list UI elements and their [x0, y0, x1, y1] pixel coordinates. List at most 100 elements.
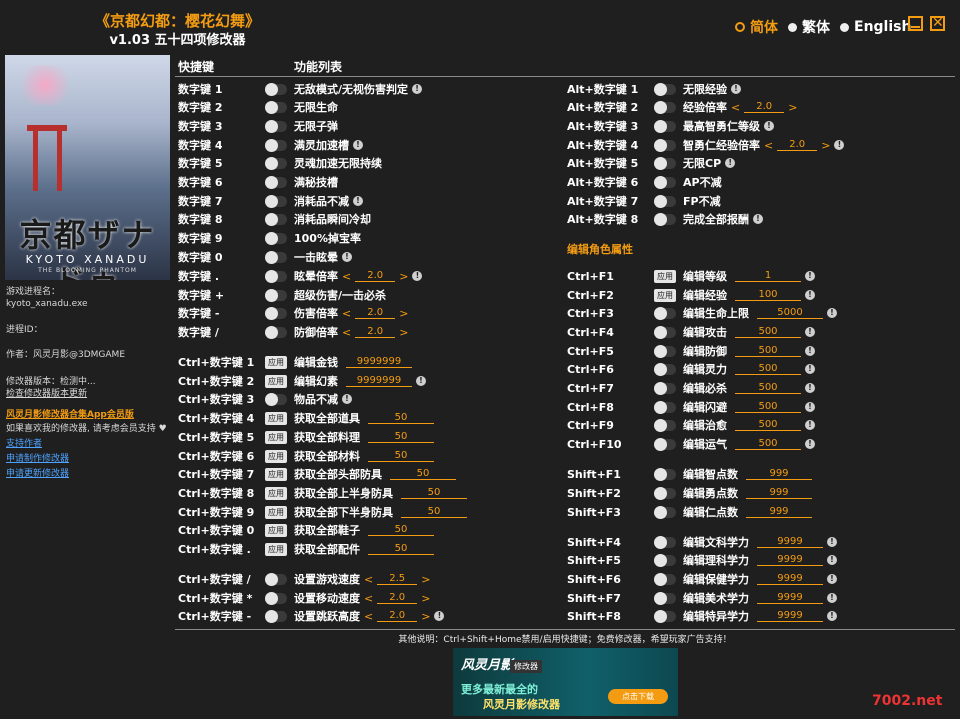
- increment-arrow-icon[interactable]: >: [399, 270, 408, 283]
- stepper-value[interactable]: 2.0: [355, 307, 396, 319]
- stepper-value[interactable]: 2.0: [377, 592, 418, 604]
- toggle-switch[interactable]: [654, 344, 676, 358]
- value-input[interactable]: 9999: [757, 592, 823, 604]
- increment-arrow-icon[interactable]: >: [421, 610, 430, 623]
- toggle-switch[interactable]: [654, 100, 676, 114]
- decrement-arrow-icon[interactable]: <: [731, 101, 740, 114]
- apply-button[interactable]: 应用: [654, 288, 676, 302]
- toggle-switch[interactable]: [265, 119, 287, 133]
- toggle-switch[interactable]: [654, 175, 676, 189]
- toggle-switch[interactable]: [654, 418, 676, 432]
- info-icon[interactable]: !: [805, 271, 815, 281]
- increment-arrow-icon[interactable]: >: [821, 139, 830, 152]
- apply-button[interactable]: 应用: [265, 523, 287, 537]
- apply-button[interactable]: 应用: [654, 269, 676, 283]
- toggle-switch[interactable]: [654, 381, 676, 395]
- toggle-switch[interactable]: [654, 119, 676, 133]
- apply-button[interactable]: 应用: [265, 449, 287, 463]
- value-input[interactable]: 50: [368, 543, 434, 555]
- apply-button[interactable]: 应用: [265, 430, 287, 444]
- info-icon[interactable]: !: [725, 158, 736, 168]
- info-icon[interactable]: !: [805, 402, 815, 412]
- toggle-switch[interactable]: [654, 362, 676, 376]
- stepper-value[interactable]: 2.0: [777, 139, 818, 151]
- toggle-switch[interactable]: [265, 100, 287, 114]
- toggle-switch[interactable]: [654, 306, 676, 320]
- value-input[interactable]: 50: [368, 431, 434, 443]
- increment-arrow-icon[interactable]: >: [399, 326, 408, 339]
- value-input[interactable]: 500: [735, 401, 801, 413]
- decrement-arrow-icon[interactable]: <: [364, 592, 373, 605]
- toggle-switch[interactable]: [654, 437, 676, 451]
- toggle-switch[interactable]: [654, 138, 676, 152]
- toggle-switch[interactable]: [654, 212, 676, 226]
- toggle-switch[interactable]: [265, 82, 287, 96]
- lang-english[interactable]: English: [840, 17, 911, 37]
- info-icon[interactable]: !: [827, 555, 837, 565]
- increment-arrow-icon[interactable]: >: [399, 307, 408, 320]
- value-input[interactable]: 500: [735, 438, 801, 450]
- info-icon[interactable]: !: [412, 84, 423, 94]
- support-author-link[interactable]: 支持作者: [6, 438, 42, 450]
- stepper-value[interactable]: 2.0: [355, 326, 396, 338]
- toggle-switch[interactable]: [654, 400, 676, 414]
- stepper-value[interactable]: 2.0: [744, 101, 785, 113]
- value-input[interactable]: 50: [390, 468, 456, 480]
- info-icon[interactable]: !: [827, 574, 837, 584]
- value-input[interactable]: 500: [735, 345, 801, 357]
- banner-download-button[interactable]: 点击下载: [608, 689, 668, 704]
- info-icon[interactable]: !: [834, 140, 845, 150]
- minimize-icon[interactable]: [908, 16, 923, 31]
- toggle-switch[interactable]: [654, 82, 676, 96]
- value-input[interactable]: 9999: [757, 573, 823, 585]
- ad-banner[interactable]: 风灵月影 修改器 更多最新最全的 风灵月影修改器 点击下载: [453, 648, 678, 716]
- info-icon[interactable]: !: [731, 84, 741, 94]
- toggle-switch[interactable]: [265, 250, 287, 264]
- decrement-arrow-icon[interactable]: <: [364, 610, 373, 623]
- value-input[interactable]: 9999: [757, 536, 823, 548]
- increment-arrow-icon[interactable]: >: [421, 573, 430, 586]
- toggle-switch[interactable]: [654, 609, 676, 623]
- increment-arrow-icon[interactable]: >: [788, 101, 797, 114]
- apply-button[interactable]: 应用: [265, 542, 287, 556]
- info-icon[interactable]: !: [353, 196, 363, 206]
- toggle-switch[interactable]: [265, 572, 287, 586]
- value-input[interactable]: 50: [368, 412, 434, 424]
- decrement-arrow-icon[interactable]: <: [342, 270, 351, 283]
- info-icon[interactable]: !: [827, 593, 837, 603]
- toggle-switch[interactable]: [654, 486, 676, 500]
- toggle-switch[interactable]: [265, 194, 287, 208]
- info-icon[interactable]: !: [805, 364, 815, 374]
- info-icon[interactable]: !: [342, 252, 352, 262]
- info-icon[interactable]: !: [827, 308, 837, 318]
- request-update-link[interactable]: 申请更新修改器: [6, 468, 69, 480]
- value-input[interactable]: 500: [735, 363, 801, 375]
- info-icon[interactable]: !: [764, 121, 774, 131]
- value-input[interactable]: 1: [735, 270, 801, 282]
- toggle-switch[interactable]: [265, 269, 287, 283]
- stepper-value[interactable]: 2.0: [377, 610, 418, 622]
- apply-button[interactable]: 应用: [265, 505, 287, 519]
- value-input[interactable]: 50: [401, 487, 467, 499]
- info-icon[interactable]: !: [753, 214, 763, 224]
- value-input[interactable]: 50: [368, 524, 434, 536]
- info-icon[interactable]: !: [827, 611, 837, 621]
- toggle-switch[interactable]: [654, 553, 676, 567]
- toggle-switch[interactable]: [265, 609, 287, 623]
- value-input[interactable]: 500: [735, 382, 801, 394]
- apply-button[interactable]: 应用: [265, 355, 287, 369]
- decrement-arrow-icon[interactable]: <: [342, 326, 351, 339]
- value-input[interactable]: 5000: [757, 307, 823, 319]
- request-trainer-link[interactable]: 申请制作修改器: [6, 453, 69, 465]
- lang-simplified[interactable]: 简体: [735, 17, 778, 37]
- toggle-switch[interactable]: [265, 231, 287, 245]
- info-icon[interactable]: !: [805, 420, 815, 430]
- info-icon[interactable]: !: [805, 346, 815, 356]
- apply-button[interactable]: 应用: [265, 467, 287, 481]
- value-input[interactable]: 50: [401, 506, 467, 518]
- increment-arrow-icon[interactable]: >: [421, 592, 430, 605]
- decrement-arrow-icon[interactable]: <: [764, 139, 773, 152]
- toggle-switch[interactable]: [654, 194, 676, 208]
- info-icon[interactable]: !: [805, 290, 815, 300]
- toggle-switch[interactable]: [654, 325, 676, 339]
